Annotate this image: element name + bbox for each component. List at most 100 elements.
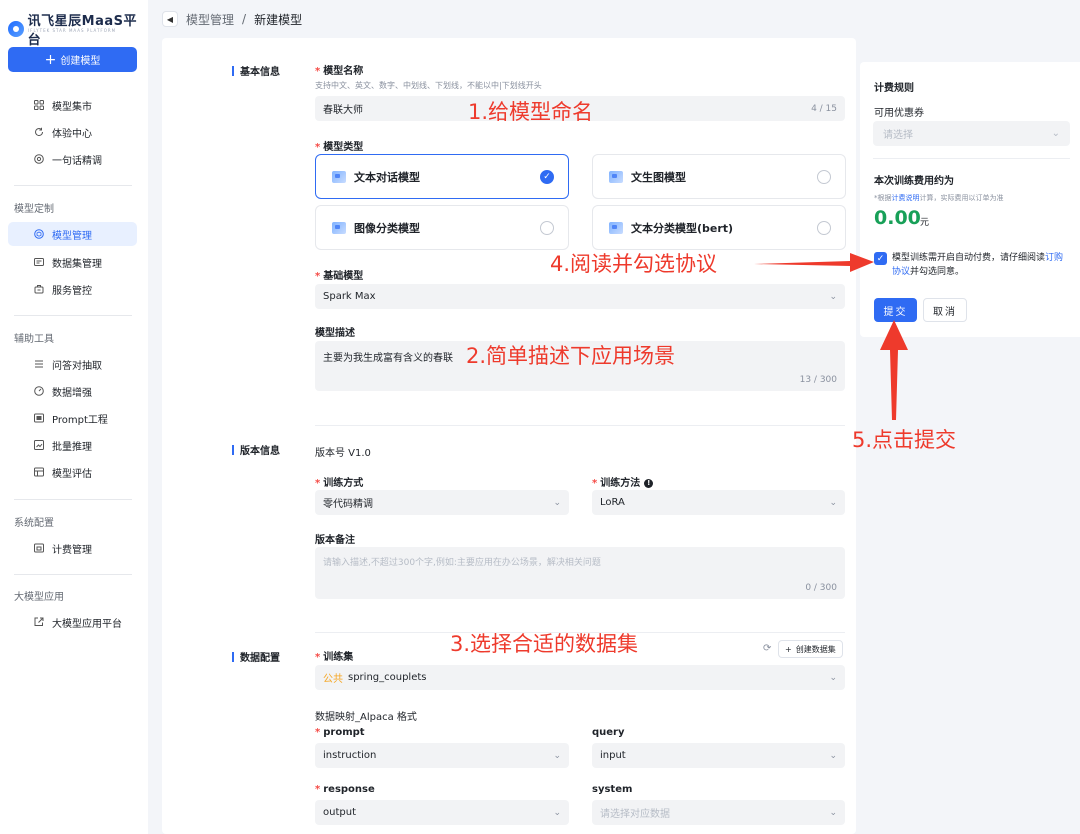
sidebar-item-label: 一句话精调 [52, 155, 102, 167]
chart-icon [34, 440, 44, 450]
chevron-down-icon: ⌄ [829, 750, 837, 761]
refresh-icon[interactable]: ⟳ [763, 643, 771, 654]
create-model-label: 创建模型 [60, 56, 101, 67]
select-value: Spark Max [323, 291, 376, 302]
sidebar-divider [14, 315, 132, 316]
required-mark: * [315, 271, 321, 282]
label-text: 训练集 [323, 652, 354, 663]
cancel-button[interactable]: 取消 [923, 298, 967, 322]
type-card-text-chat[interactable]: 文本对话模型 ✓ [315, 154, 569, 199]
sidebar-item-label: 模型管理 [52, 230, 92, 242]
label-text: response [323, 784, 375, 795]
grid-icon [34, 100, 44, 110]
agree-prefix: 模型训练需开启自动付费，请仔细阅读 [892, 253, 1046, 263]
sidebar-item-model-evaluation[interactable]: 模型评估 [8, 460, 137, 484]
billing-doc-link[interactable]: 计费说明 [892, 194, 920, 202]
select-placeholder: 请选择 [883, 130, 913, 141]
sidebar-item-batch-inference[interactable]: 批量推理 [8, 433, 137, 457]
chevron-down-icon: ⌄ [553, 750, 561, 761]
textarea-placeholder: 请输入描述,不超过300个字,例如:主要应用在办公场景，解决相关问题 [323, 558, 601, 568]
required-mark: * [315, 478, 321, 489]
label-text: prompt [323, 727, 365, 738]
query-label: query [592, 727, 625, 738]
radio-icon[interactable] [817, 169, 831, 184]
version-number: 版本号 V1.0 [315, 448, 371, 459]
back-button[interactable]: ◀ [162, 11, 178, 27]
radio-icon[interactable] [817, 220, 831, 235]
required-mark: * [315, 784, 321, 795]
sidebar-item-label: 服务管控 [52, 285, 92, 297]
label-text: 训练方法 [600, 478, 641, 489]
label-text: 训练方式 [323, 478, 364, 489]
agree-text: 模型训练需开启自动付费，请仔细阅读订购协议并勾选同意。 [892, 251, 1072, 279]
sidebar-divider [14, 499, 132, 500]
train-set-label: * 训练集 [315, 648, 353, 663]
sidebar-item-label: 体验中心 [52, 128, 92, 140]
sidebar-item-service-control[interactable]: 服务管控 [8, 277, 137, 301]
note-suffix: 计算，实际费用以订单为准 [919, 194, 1004, 202]
sidebar-group-title: 大模型应用 [14, 592, 64, 603]
prompt-select[interactable]: instruction ⌄ [315, 743, 569, 768]
sidebar-item-one-sentence-tuning[interactable]: 一句话精调 [8, 147, 137, 171]
sidebar-item-llm-app-platform[interactable]: 大模型应用平台 [8, 610, 137, 634]
type-card-text-to-image[interactable]: 文生图模型 [592, 154, 846, 199]
system-select[interactable]: 请选择对应数据 ⌄ [592, 800, 845, 825]
arrow-shape-right [754, 253, 874, 272]
breadcrumb-current: 新建模型 [254, 12, 303, 27]
breadcrumb-model-management[interactable]: 模型管理 [186, 11, 234, 28]
image-model-icon [609, 170, 623, 183]
sidebar-item-label: 计费管理 [52, 544, 92, 556]
sidebar-item-model-management[interactable]: 模型管理 [8, 222, 137, 246]
prompt-label: * prompt [315, 727, 365, 738]
response-select[interactable]: output ⌄ [315, 800, 569, 825]
chevron-down-icon: ⌄ [829, 497, 837, 508]
sidebar-item-model-market[interactable]: 模型集市 [8, 93, 137, 117]
sidebar-item-experience-center[interactable]: 体验中心 [8, 120, 137, 144]
label-text: 基础模型 [323, 271, 364, 282]
version-note-textarea[interactable]: 请输入描述,不超过300个字,例如:主要应用在办公场景，解决相关问题 0 / 3… [315, 547, 845, 599]
type-card-image-classification[interactable]: 图像分类模型 [315, 205, 569, 250]
sidebar-item-data-augmentation[interactable]: 数据增强 [8, 379, 137, 403]
required-mark: * [592, 478, 598, 489]
sidebar-item-prompt-engineering[interactable]: Prompt工程 [8, 406, 137, 430]
sidebar-item-billing-management[interactable]: 计费管理 [8, 536, 137, 560]
radio-checked-icon[interactable]: ✓ [540, 169, 554, 184]
arrow-shape-up [880, 320, 908, 420]
image-class-icon [332, 221, 346, 234]
plus-icon: + [785, 644, 792, 654]
create-dataset-button[interactable]: + 创建数据集 [778, 640, 843, 658]
plus-icon: + [44, 51, 57, 68]
coupon-select[interactable]: 请选择 ⌄ [873, 121, 1070, 146]
sidebar-item-label: Prompt工程 [52, 414, 108, 426]
train-set-select[interactable]: 公共 spring_couplets ⌄ [315, 665, 845, 690]
info-icon[interactable]: ! [644, 478, 654, 488]
sidebar-divider [14, 185, 132, 186]
section-title: 基本信息 [240, 67, 280, 78]
query-select[interactable]: input ⌄ [592, 743, 845, 768]
section-bar [232, 444, 234, 455]
annotation-step-3: 3.选择合适的数据集 [450, 632, 639, 656]
panel-divider [873, 158, 1070, 159]
gauge-icon [34, 386, 44, 396]
label-text: 模型名称 [323, 66, 364, 77]
select-value: 零代码精调 [323, 499, 373, 510]
char-counter: 13 / 300 [799, 375, 837, 385]
section-data-config: 数据配置 [232, 649, 280, 664]
base-model-select[interactable]: Spark Max ⌄ [315, 284, 845, 309]
model-form: 基本信息 * 模型名称 支持中文、英文、数字、中划线、下划线，不能以中|下划线开头… [162, 38, 856, 834]
system-label: system [592, 784, 633, 795]
radio-icon[interactable] [540, 220, 554, 235]
billing-panel: 计费规则 可用优惠券 请选择 ⌄ 本次训练费用约为 *根据计费说明计算，实际费用… [860, 62, 1080, 337]
select-placeholder: 请选择对应数据 [600, 809, 670, 820]
sidebar-item-label: 批量推理 [52, 441, 92, 453]
annotation-step-5: 5.点击提交 [852, 428, 957, 452]
sidebar-item-dataset-management[interactable]: 数据集管理 [8, 250, 137, 274]
type-label: 文本对话模型 [354, 170, 420, 184]
sidebar-item-qa-extraction[interactable]: 问答对抽取 [8, 352, 137, 376]
cost-note: *根据计费说明计算，实际费用以订单为准 [874, 193, 1004, 203]
char-counter: 0 / 300 [805, 583, 837, 593]
train-method-label: * 训练方法! [592, 474, 654, 489]
create-model-button[interactable]: + 创建模型 [8, 47, 137, 72]
train-method-select[interactable]: LoRA ⌄ [592, 490, 845, 515]
train-mode-select[interactable]: 零代码精调 ⌄ [315, 490, 569, 515]
